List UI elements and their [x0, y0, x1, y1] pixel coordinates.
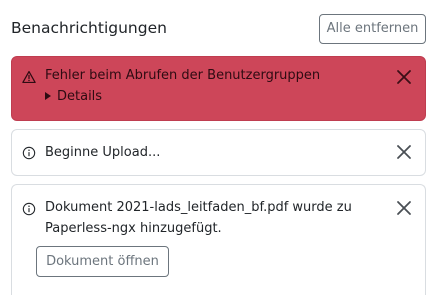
open-document-button[interactable]: Dokument öffnen	[36, 246, 169, 277]
notifications-panel: Benachrichtigungen Alle entfernen Fehler…	[0, 0, 432, 295]
info-toast-document-added: Dokument 2021-lads_leitfaden_bf.pdf wurd…	[11, 184, 426, 295]
info-circle-icon	[22, 202, 36, 216]
close-icon[interactable]	[395, 68, 413, 86]
close-icon[interactable]	[395, 143, 413, 161]
page-title: Benachrichtigungen	[11, 19, 167, 37]
error-message: Fehler beim Abrufen der Benutzergruppen	[45, 68, 321, 83]
document-added-message-line1: Dokument 2021-lads_leitfaden_bf.pdf wurd…	[45, 200, 352, 215]
clear-all-button[interactable]: Alle entfernen	[319, 14, 426, 44]
details-toggle[interactable]: Details	[45, 87, 102, 107]
info-toast-upload: Beginne Upload...	[11, 129, 426, 176]
warning-triangle-icon	[22, 70, 36, 84]
info-circle-icon	[22, 146, 36, 160]
details-label: Details	[57, 89, 103, 104]
document-added-message-line2: Paperless-ngx hinzugefügt.	[45, 221, 222, 236]
notifications-header: Benachrichtigungen Alle entfernen	[0, 0, 432, 58]
expand-triangle-icon	[45, 92, 51, 100]
close-icon[interactable]	[395, 199, 413, 217]
error-toast: Fehler beim Abrufen der Benutzergruppen …	[11, 56, 426, 121]
upload-message: Beginne Upload...	[45, 145, 161, 160]
